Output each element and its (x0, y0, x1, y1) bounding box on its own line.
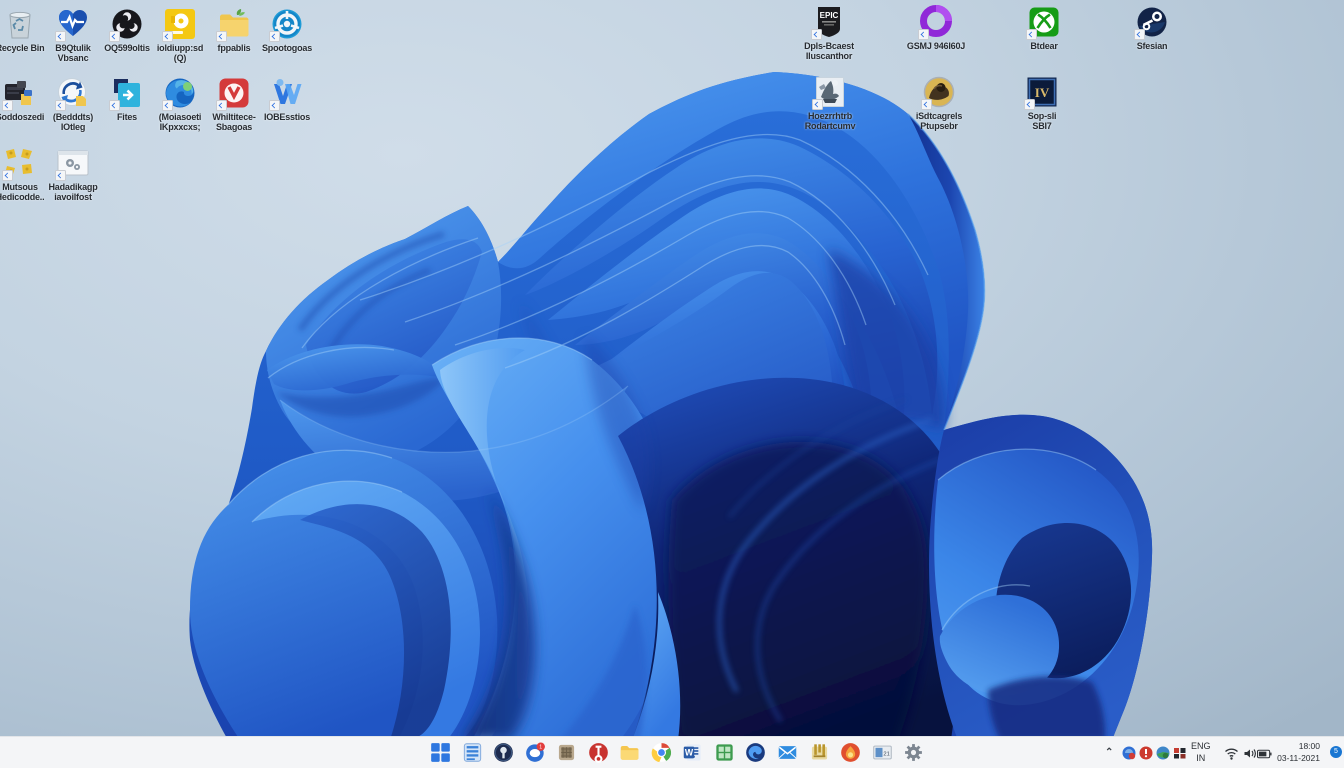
svg-text:1: 1 (539, 745, 542, 751)
svg-text:IV: IV (1035, 85, 1050, 100)
svg-text:EPIC: EPIC (820, 11, 839, 20)
svg-text:W: W (685, 747, 694, 757)
svg-text:21: 21 (883, 751, 889, 757)
